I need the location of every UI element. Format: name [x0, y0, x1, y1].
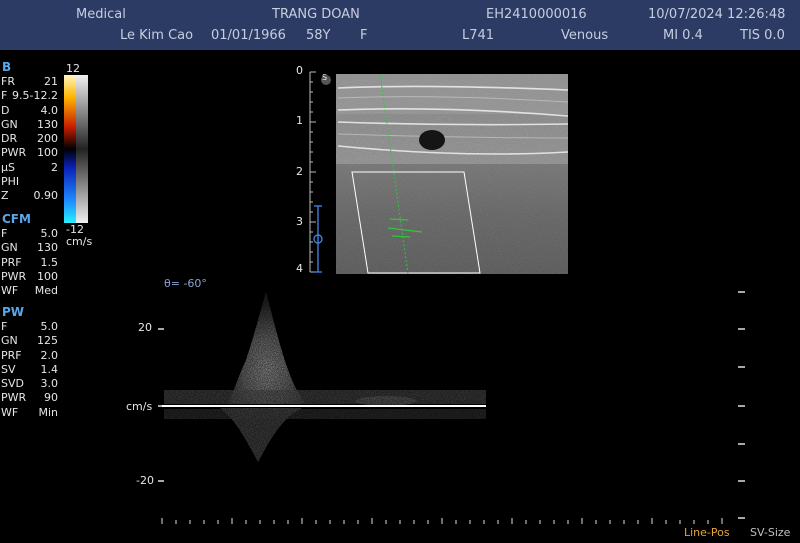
pw-title: PW: [2, 305, 25, 319]
color-bar-unit: cm/s: [66, 235, 93, 248]
doppler-spectrum[interactable]: [150, 280, 760, 530]
param-row: WF Med: [1, 284, 58, 298]
param-row: SVD 3.0: [1, 377, 58, 391]
param-row: GN 130: [1, 117, 58, 131]
param-row: PHI: [1, 175, 20, 189]
patient-sex: F: [360, 28, 368, 43]
b-mode-params: FR 21 F 9.5-12.2 D 4.0 GN 130 DR 200 PWR 100 µ…: [0, 75, 62, 204]
color-velocity-bar: [64, 75, 88, 223]
param-row: PWR 100: [1, 269, 58, 283]
param-row: FR 21: [1, 75, 58, 88]
param-row: F 5.0: [1, 227, 58, 240]
depth-label: 0: [296, 64, 303, 77]
preset-label: Venous: [561, 28, 609, 43]
depth-label: 2: [296, 165, 303, 178]
header-bar: Medical TRANG DOAN EH2410000016 10/07/20…: [0, 0, 800, 50]
patient-age: 58Y: [306, 28, 331, 43]
velocity-baseline-label: cm/s: [126, 400, 153, 413]
param-row: F 5.0: [1, 320, 58, 333]
orientation-marker: S: [322, 73, 328, 82]
param-row: DR 200: [1, 132, 58, 146]
depth-label: 3: [296, 215, 303, 228]
param-row: D 4.0: [1, 103, 58, 117]
cfm-params: F 5.0 GN 130 PRF 1.5 PWR 100 WF Med: [0, 227, 62, 298]
probe-label: L741: [462, 28, 495, 43]
b-mode-title: B: [2, 60, 12, 74]
patient-dob: 01/01/1966: [211, 28, 286, 43]
param-row: WF Min: [1, 405, 58, 419]
line-pos-softkey[interactable]: Line-Pos: [684, 526, 730, 539]
pw-params: F 5.0 GN 125 PRF 2.0 SV 1.4 SVD 3.0 PWR 90 WF M…: [0, 320, 62, 420]
exam-datetime: 10/07/2024 12:26:48: [648, 7, 786, 22]
param-row: GN 130: [1, 241, 58, 255]
param-row: µS 2: [1, 160, 58, 174]
tis-index: TIS 0.0: [740, 28, 785, 43]
param-row: PRF 2.0: [1, 348, 58, 362]
operator-name: Le Kim Cao: [120, 28, 194, 43]
param-row: F 9.5-12.2: [1, 89, 58, 103]
param-row: PRF 1.5: [1, 255, 58, 269]
param-row: PWR 90: [1, 391, 58, 405]
param-row: GN 125: [1, 334, 58, 348]
exam-id: EH2410000016: [486, 7, 587, 22]
mi-index: MI 0.4: [663, 28, 703, 43]
institution-label: Medical: [76, 7, 126, 22]
depth-label: 4: [296, 262, 303, 275]
param-row: Z 0.90: [1, 189, 58, 203]
b-mode-image[interactable]: [304, 68, 568, 276]
focus-marker[interactable]: [313, 205, 323, 273]
sv-size-softkey[interactable]: SV-Size: [750, 526, 790, 539]
depth-label: 1: [296, 114, 303, 127]
patient-name: TRANG DOAN: [272, 7, 360, 22]
param-row: SV 1.4: [1, 362, 58, 376]
cfm-title: CFM: [2, 212, 31, 226]
color-bar-top-label: 12: [66, 62, 80, 75]
param-row: PWR 100: [1, 146, 58, 160]
